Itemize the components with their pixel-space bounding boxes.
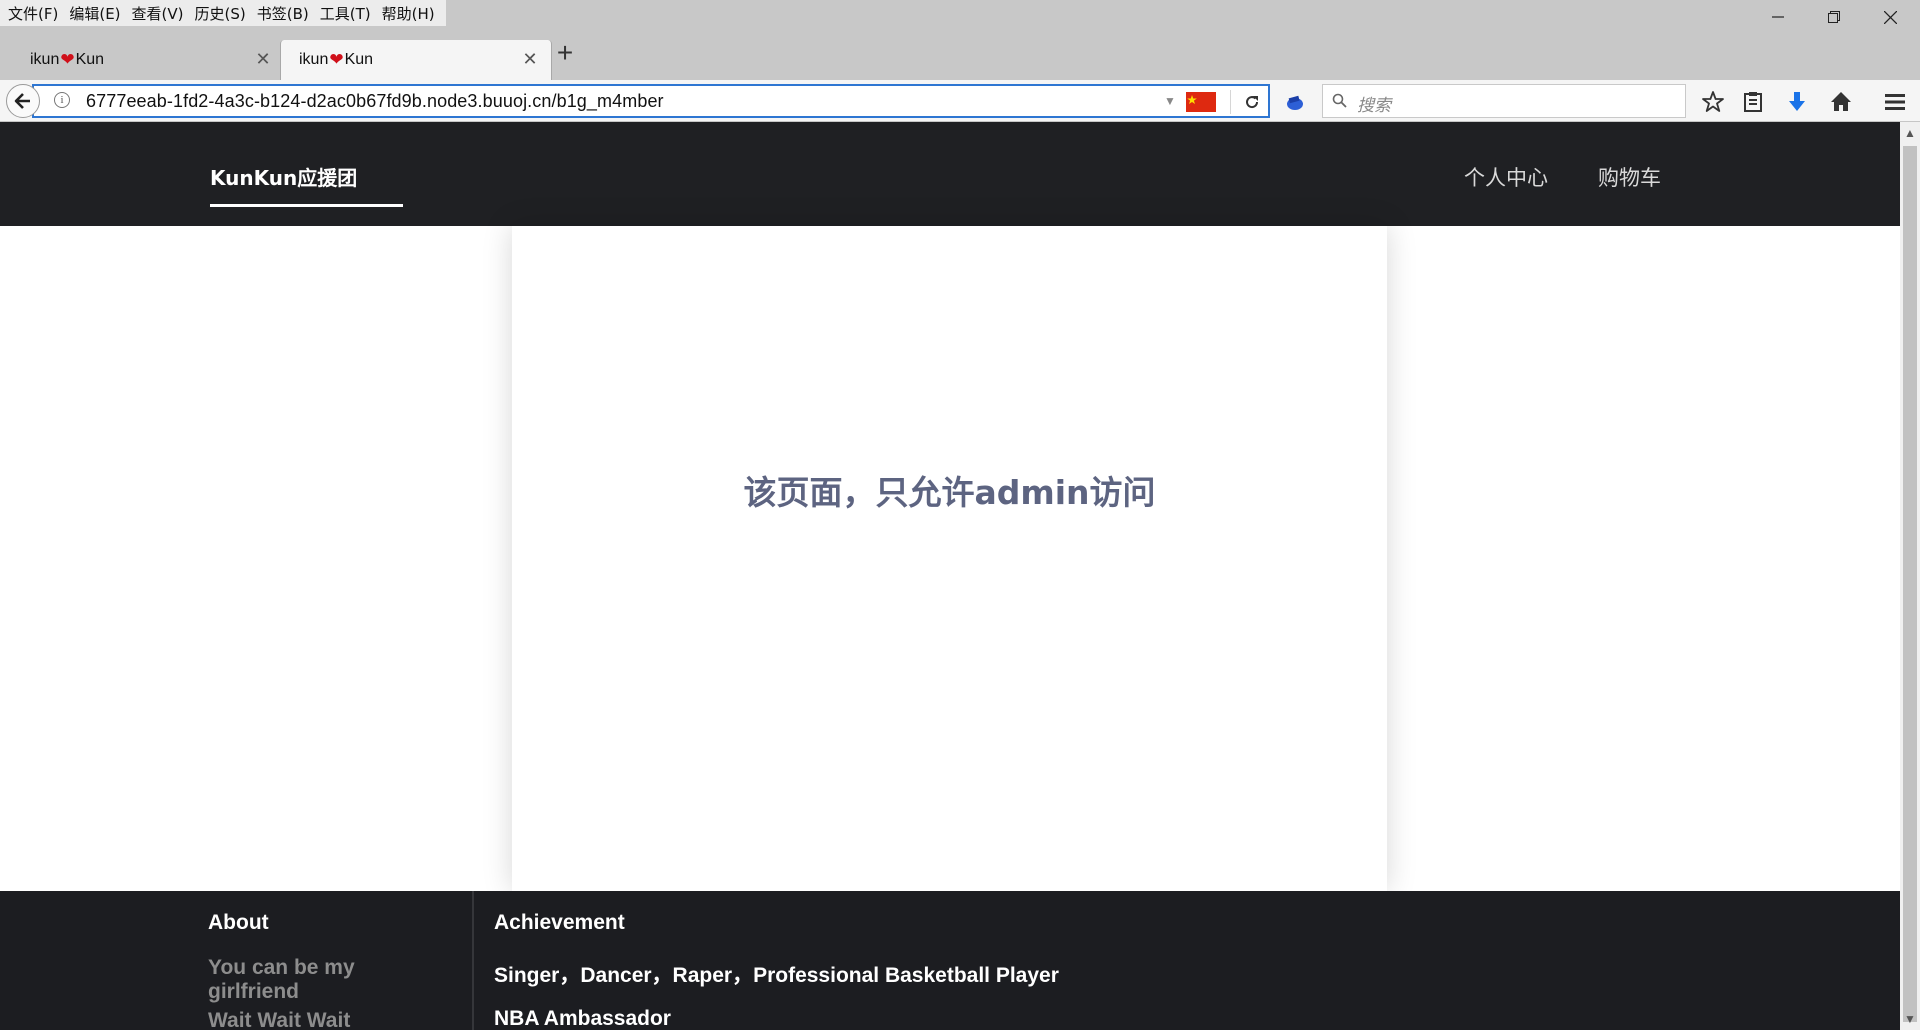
url-bar[interactable]: i 6777eeab-1fd2-4a3c-b124-d2ac0b67fd9b.n… <box>32 84 1270 118</box>
site-brand-link[interactable]: KunKun应援团 <box>210 162 357 191</box>
new-tab-button[interactable]: + <box>552 37 578 68</box>
tab-close-icon[interactable]: ✕ <box>254 50 272 68</box>
search-icon <box>1332 93 1347 108</box>
nav-link-profile[interactable]: 个人中心 <box>1464 162 1548 192</box>
site-footer: About You can be my girlfriend Wait Wait… <box>0 891 1900 1032</box>
menu-button[interactable] <box>1882 89 1908 115</box>
footer-about-line: Wait Wait Wait <box>208 1009 351 1032</box>
minimize-icon <box>1772 16 1784 18</box>
menu-view[interactable]: 查看(V) <box>128 3 191 24</box>
tab-title-suffix: Kun <box>344 51 374 68</box>
clipboard-icon <box>1744 92 1762 112</box>
tab-ikun-kun-2[interactable]: ikun ❤ Kun ✕ <box>280 40 552 80</box>
footer-achievement-heading: Achievement <box>494 911 625 934</box>
url-separator <box>1230 90 1231 114</box>
scroll-up-arrow-icon[interactable]: ▲ <box>1900 122 1920 144</box>
close-icon <box>1883 10 1897 24</box>
footer-achievement-line: Singer，Dancer，Raper，Professional Basketb… <box>494 964 1059 987</box>
tab-bar: ikun ❤ Kun ✕ ikun ❤ Kun ✕ <box>0 26 1920 80</box>
menu-help[interactable]: 帮助(H) <box>378 3 442 24</box>
bookmarks-list-button[interactable] <box>1740 89 1766 115</box>
tab-close-icon[interactable]: ✕ <box>521 50 539 68</box>
reload-button[interactable] <box>1240 90 1264 114</box>
hamburger-icon <box>1885 94 1905 110</box>
menu-tools[interactable]: 工具(T) <box>316 3 378 24</box>
url-input[interactable]: 6777eeab-1fd2-4a3c-b124-d2ac0b67fd9b.nod… <box>86 91 664 112</box>
content-card: 该页面，只允许admin访问 <box>512 226 1387 891</box>
tab-title-prefix: ikun <box>30 51 60 68</box>
extension-icon[interactable] <box>1284 91 1306 113</box>
site-navbar: KunKun应援团 个人中心 购物车 <box>0 122 1900 226</box>
tab-ikun-kun-1[interactable]: ikun ❤ Kun ✕ <box>12 40 284 80</box>
menu-file[interactable]: 文件(F) <box>4 3 65 24</box>
menu-history[interactable]: 历史(S) <box>191 3 253 24</box>
tab-title-suffix: Kun <box>75 51 105 68</box>
back-arrow-icon <box>14 93 30 109</box>
star-icon <box>1702 91 1724 112</box>
navigation-toolbar: i 6777eeab-1fd2-4a3c-b124-d2ac0b67fd9b.n… <box>0 80 1920 122</box>
menu-edit[interactable]: 编辑(E) <box>65 3 127 24</box>
bookmark-star-button[interactable] <box>1700 89 1726 115</box>
china-flag-icon <box>1186 92 1216 112</box>
download-arrow-icon <box>1789 92 1805 111</box>
menu-bar: 文件(F) 编辑(E) 查看(V) 历史(S) 书签(B) 工具(T) 帮助(H… <box>0 0 1920 26</box>
downloads-button[interactable] <box>1784 89 1810 115</box>
reload-icon <box>1246 96 1259 109</box>
home-button[interactable] <box>1828 89 1854 115</box>
tab-title-prefix: ikun <box>299 51 329 68</box>
restore-icon <box>1828 11 1840 23</box>
nav-link-cart[interactable]: 购物车 <box>1598 162 1661 192</box>
scroll-down-arrow-icon[interactable]: ▼ <box>1900 1008 1920 1030</box>
footer-about-line: You can be my <box>208 956 355 979</box>
footer-divider <box>472 891 474 1030</box>
scrollbar-thumb[interactable] <box>1903 146 1917 1022</box>
heart-icon: ❤ <box>60 50 75 69</box>
menu-bookmarks[interactable]: 书签(B) <box>253 3 316 24</box>
active-underline <box>210 204 403 207</box>
footer-achievement-line: NBA Ambassador <box>494 1007 671 1030</box>
url-dropdown-icon[interactable]: ▼ <box>1164 94 1176 108</box>
heart-icon: ❤ <box>329 50 344 69</box>
site-info-icon[interactable]: i <box>54 92 70 108</box>
vertical-scrollbar[interactable]: ▲ ▼ <box>1900 122 1920 1030</box>
access-denied-message: 该页面，只允许admin访问 <box>743 473 1156 512</box>
footer-about-line: girlfriend <box>208 980 300 1003</box>
menu-list: 文件(F) 编辑(E) 查看(V) 历史(S) 书签(B) 工具(T) 帮助(H… <box>0 0 446 26</box>
back-button[interactable] <box>6 84 40 118</box>
footer-about-heading: About <box>208 911 269 934</box>
plus-icon: + <box>556 37 574 68</box>
search-box[interactable]: 搜索 <box>1322 84 1686 118</box>
search-placeholder: 搜索 <box>1357 96 1391 116</box>
home-icon <box>1831 92 1851 111</box>
